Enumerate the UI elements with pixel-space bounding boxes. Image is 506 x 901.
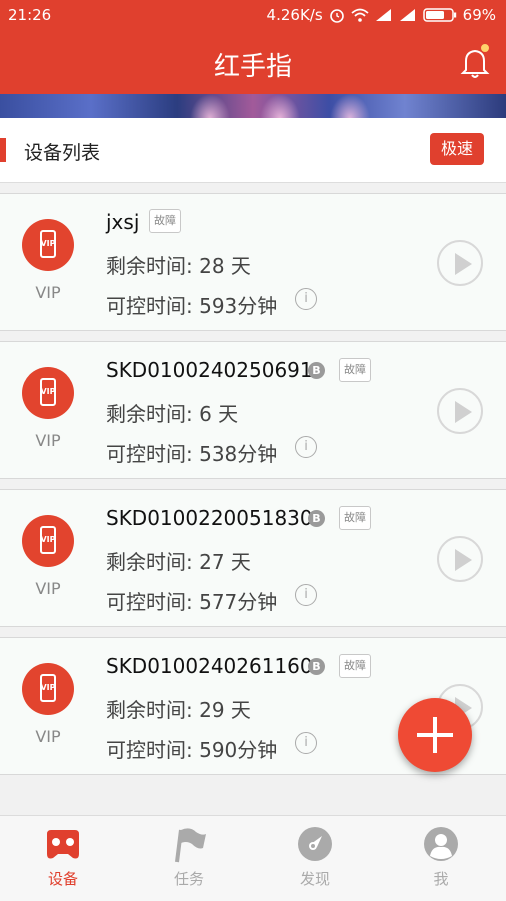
tab-label: 任务: [173, 870, 204, 888]
add-device-button[interactable]: [398, 698, 472, 772]
vip-label: VIP: [35, 727, 61, 746]
status-time: 21:26: [8, 6, 52, 24]
controllable-time: 可控时间: 593分钟: [106, 294, 278, 318]
signal-icon-2: [399, 9, 415, 21]
tab-devices[interactable]: 设备: [0, 816, 126, 901]
remaining-time: 剩余时间: 28 天: [106, 254, 251, 278]
play-button[interactable]: [437, 388, 483, 434]
status-badge: 故障: [339, 654, 371, 678]
remaining-time: 剩余时间: 6 天: [106, 402, 239, 426]
info-icon[interactable]: i: [295, 288, 317, 310]
device-card[interactable]: VIP VIP SKD0100220051830 B 故障剩余时间: 27 天可控时间:…: [0, 489, 506, 627]
wifi-icon: [351, 8, 369, 22]
info-icon[interactable]: i: [295, 436, 317, 458]
person-icon: [424, 827, 458, 861]
battery-icon: [422, 8, 456, 22]
info-icon[interactable]: i: [295, 732, 317, 754]
banner-image[interactable]: [0, 94, 506, 118]
alarm-icon: [329, 9, 344, 23]
vip-phone-icon: VIP: [22, 219, 74, 271]
signal-icon: [375, 9, 391, 21]
vip-phone-icon: VIP: [22, 663, 74, 715]
remaining-time: 剩余时间: 29 天: [106, 698, 251, 722]
plus-icon-v: [433, 717, 437, 753]
gamepad-icon: [47, 830, 79, 859]
tab-tasks[interactable]: 任务: [126, 816, 252, 901]
battery-percent: 69%: [462, 6, 496, 24]
notification-bell-icon[interactable]: [459, 44, 493, 80]
section-title: 设备列表: [24, 142, 101, 164]
device-list-header: 设备列表 极速: [0, 118, 506, 183]
status-badge: 故障: [149, 209, 181, 233]
vip-icon-text: VIP: [40, 387, 56, 396]
play-button[interactable]: [437, 536, 483, 582]
device-name: SKD0100240261160: [106, 654, 313, 678]
vip-phone-icon: VIP: [22, 515, 74, 567]
tab-label: 设备: [47, 870, 78, 888]
b-badge-icon: B: [308, 362, 325, 379]
remaining-time: 剩余时间: 27 天: [106, 550, 251, 574]
tab-label: 我: [433, 870, 449, 888]
b-badge-icon: B: [308, 658, 325, 675]
device-name: SKD0100240250691: [106, 358, 313, 382]
status-right: 4.26K/s 69%: [267, 6, 496, 24]
device-card[interactable]: VIP VIP SKD0100240250691 B 故障剩余时间: 6 天可控时间: …: [0, 341, 506, 479]
vip-icon-text: VIP: [40, 239, 56, 248]
status-badge: 故障: [339, 358, 371, 382]
vip-label: VIP: [35, 579, 61, 598]
status-bar: 21:26 4.26K/s 69%: [0, 0, 506, 30]
controllable-time: 可控时间: 577分钟: [106, 590, 278, 614]
device-card[interactable]: VIP VIP jxsj 故障剩余时间: 28 天可控时间: 593分钟 i: [0, 193, 506, 331]
bottom-tab-bar: 设备 任务 发现 我: [0, 815, 506, 901]
compass-icon: [298, 827, 332, 861]
info-icon[interactable]: i: [295, 584, 317, 606]
speed-button[interactable]: 极速: [430, 133, 484, 165]
tab-discover[interactable]: 发现: [252, 816, 378, 901]
section-accent-bar: [0, 138, 6, 162]
vip-icon-text: VIP: [40, 683, 56, 692]
vip-label: VIP: [35, 431, 61, 450]
status-badge: 故障: [339, 506, 371, 530]
network-speed: 4.26K/s: [266, 6, 323, 24]
vip-label: VIP: [35, 283, 61, 302]
controllable-time: 可控时间: 590分钟: [106, 738, 278, 762]
b-badge-icon: B: [308, 510, 325, 527]
play-button[interactable]: [437, 240, 483, 286]
tab-label: 发现: [299, 870, 330, 888]
app-title: 红手指: [213, 52, 292, 82]
vip-icon-text: VIP: [40, 535, 56, 544]
app-bar: 红手指: [0, 30, 506, 94]
vip-phone-icon: VIP: [22, 367, 74, 419]
device-name: SKD0100220051830: [106, 506, 313, 530]
controllable-time: 可控时间: 538分钟: [106, 442, 278, 466]
flag-icon: [175, 828, 206, 863]
device-name: jxsj: [106, 210, 140, 234]
tab-me[interactable]: 我: [378, 816, 504, 901]
